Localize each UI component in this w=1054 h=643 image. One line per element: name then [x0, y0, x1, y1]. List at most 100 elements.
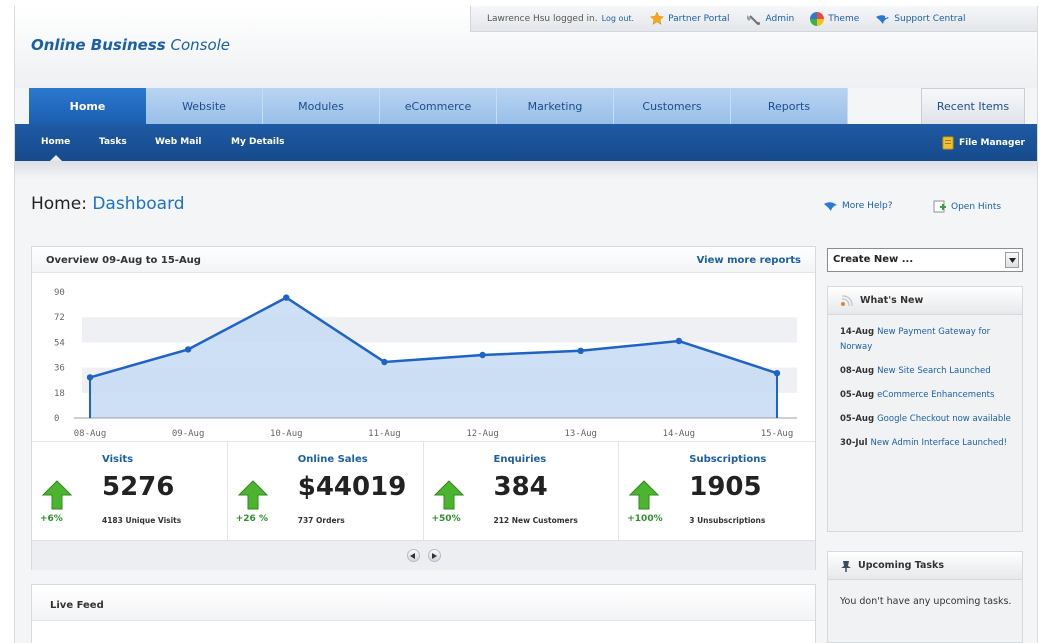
tab-home[interactable]: Home — [29, 88, 146, 124]
sub-nav: Home Tasks Web Mail My Details File Mana… — [15, 124, 1037, 161]
data-point — [479, 351, 486, 359]
news-item[interactable]: 05-Aug Google Checkout now available — [840, 412, 1012, 427]
create-new-select[interactable]: Create New ... — [827, 248, 1023, 272]
x-tick-label: 09-Aug — [172, 429, 205, 439]
data-point — [86, 374, 94, 381]
y-tick-label: 0 — [54, 414, 59, 424]
x-tick-label: 15-Aug — [761, 429, 794, 439]
view-more-reports-link[interactable]: View more reports — [697, 255, 801, 266]
tab-reports[interactable]: Reports — [731, 88, 848, 124]
top-links-bar: Lawrence Hsu logged in. Log out. Partner… — [470, 6, 1037, 32]
stat-label[interactable]: Online Sales — [298, 454, 368, 465]
top-header: Online Business Console Lawrence Hsu log… — [15, 6, 1037, 88]
data-point — [283, 294, 290, 301]
login-status: Lawrence Hsu logged in. — [487, 13, 598, 24]
stat-value: 384 — [493, 472, 548, 502]
chevron-left-icon — [410, 552, 415, 559]
stat-label[interactable]: Subscriptions — [689, 454, 766, 465]
x-tick-label: 13-Aug — [564, 429, 597, 439]
create-new-value: Create New ... — [833, 254, 914, 265]
up-arrow-icon — [42, 480, 72, 510]
logout-link[interactable]: Log out. — [602, 14, 634, 23]
data-point — [381, 358, 388, 366]
stat-online-sales: Online Sales $44019 +26 % 737 Orders — [227, 442, 424, 540]
recent-items-button[interactable]: Recent Items — [921, 88, 1025, 124]
up-arrow-icon — [433, 480, 464, 510]
whats-new-panel: What's New 14-Aug New Payment Gateway for… — [827, 286, 1023, 532]
wrench-icon — [746, 14, 760, 25]
live-feed-title: Live Feed — [32, 585, 815, 621]
stats-row: Visits 5276 +6% 4183 Unique Visits Onlin… — [32, 441, 815, 540]
stat-sub: 212 New Customers — [493, 516, 578, 525]
stat-label[interactable]: Visits — [102, 454, 133, 465]
admin-link[interactable]: Admin — [746, 13, 794, 25]
tab-ecommerce[interactable]: eCommerce — [380, 88, 497, 124]
tab-marketing[interactable]: Marketing — [497, 88, 614, 124]
dropdown-arrow-icon — [1005, 252, 1019, 268]
task-pin-icon — [841, 560, 851, 572]
stats-pager — [32, 540, 815, 570]
y-tick-label: 72 — [54, 313, 65, 323]
file-manager-link[interactable]: File Manager — [942, 124, 1025, 161]
up-arrow-icon — [237, 480, 268, 510]
main-nav: Home Website Modules eCommerce Marketing… — [29, 88, 848, 124]
overview-chart: 0 18 36 54 72 90 08-Aug 09-Aug 10-Aug 11-Aug 12-Au… — [54, 288, 797, 439]
overview-header: Overview 09-Aug to 15-Aug View more repo… — [32, 247, 815, 273]
stat-visits: Visits 5276 +6% 4183 Unique Visits — [32, 442, 228, 540]
partner-portal-link[interactable]: Partner Portal — [650, 12, 730, 25]
tab-website[interactable]: Website — [146, 88, 263, 124]
data-point — [675, 337, 683, 345]
page-title: Home: Dashboard — [31, 194, 185, 214]
data-point — [577, 347, 584, 354]
subnav-home[interactable]: Home — [41, 124, 70, 161]
overview-title: Overview 09-Aug to 15-Aug — [46, 255, 201, 266]
news-item[interactable]: 05-Aug eCommerce Enhancements — [840, 388, 1012, 403]
stat-enquiries: Enquiries 384 +50% 212 New Customers — [423, 442, 620, 540]
hints-icon — [933, 200, 946, 213]
color-wheel-icon — [810, 11, 825, 26]
rss-spark-icon — [841, 294, 853, 306]
y-tick-label: 54 — [54, 338, 65, 348]
subnav-web-mail[interactable]: Web Mail — [155, 124, 202, 161]
subnav-my-details[interactable]: My Details — [231, 124, 284, 161]
open-hints-link[interactable]: Open Hints — [933, 200, 1001, 213]
stat-change: +6% — [40, 514, 63, 524]
no-tasks-message: You don't have any upcoming tasks. — [840, 596, 1012, 607]
tab-customers[interactable]: Customers — [614, 88, 731, 124]
next-button[interactable] — [427, 549, 441, 562]
subnav-shadow — [15, 161, 1037, 179]
live-feed-panel: Live Feed — [31, 584, 816, 643]
stat-value: 5276 — [102, 472, 175, 502]
overview-panel: Overview 09-Aug to 15-Aug View more repo… — [31, 246, 816, 570]
x-tick-label: 10-Aug — [270, 429, 303, 439]
help-bird-icon — [824, 202, 837, 211]
support-central-link[interactable]: Support Central — [875, 13, 966, 25]
x-tick-label: 14-Aug — [663, 429, 696, 439]
file-manager-icon — [942, 136, 954, 149]
theme-link[interactable]: Theme — [810, 11, 859, 26]
news-item[interactable]: 08-Aug New Site Search Launched — [840, 364, 1012, 379]
prev-button[interactable] — [406, 549, 420, 562]
support-bird-icon — [876, 14, 890, 24]
stat-label[interactable]: Enquiries — [494, 454, 547, 465]
news-item[interactable]: 30-Jul New Admin Interface Launched! — [840, 436, 1012, 451]
news-item[interactable]: 14-Aug New Payment Gateway for Norway — [840, 325, 1012, 355]
stat-subscriptions: Subscriptions 1905 +100% 3 Unsubscriptio… — [619, 442, 815, 540]
data-point — [773, 370, 781, 377]
stat-change: +50% — [431, 514, 461, 524]
tab-modules[interactable]: Modules — [263, 88, 380, 124]
stat-value: $44019 — [297, 472, 407, 502]
stat-sub: 737 Orders — [297, 516, 345, 525]
star-icon — [650, 12, 665, 25]
x-tick-label: 11-Aug — [368, 429, 401, 439]
grid-band — [82, 317, 797, 343]
app-logo[interactable]: Online Business Console — [31, 36, 230, 54]
stat-sub: 4183 Unique Visits — [102, 516, 182, 525]
upcoming-tasks-panel: Upcoming Tasks You don't have any upcomi… — [827, 551, 1023, 643]
x-tick-label: 08-Aug — [74, 429, 107, 439]
y-tick-label: 90 — [54, 288, 65, 298]
x-tick-label: 12-Aug — [466, 429, 499, 439]
chevron-right-icon — [432, 552, 437, 559]
more-help-link[interactable]: More Help? — [823, 200, 892, 212]
subnav-tasks[interactable]: Tasks — [99, 124, 127, 161]
